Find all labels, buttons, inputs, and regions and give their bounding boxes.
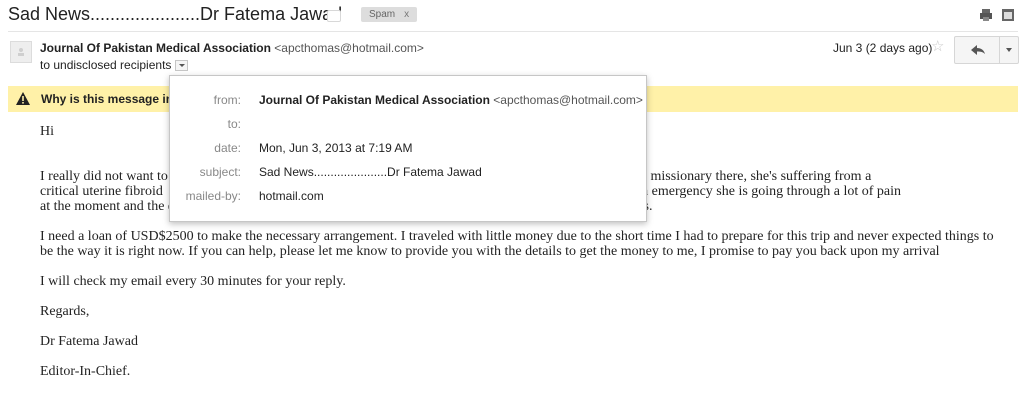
warning-text[interactable]: Why is this message in: [41, 92, 173, 106]
spam-label-chip[interactable]: Spam x: [361, 7, 418, 22]
body-signoff: Regards,: [40, 304, 90, 319]
subject-bar: Sad News......................Dr Fatema …: [0, 0, 1024, 30]
details-mailedby-label: mailed-by:: [185, 189, 241, 203]
details-from-label: from:: [213, 93, 241, 107]
body-paragraph: I will check my email every 30 minutes f…: [40, 274, 346, 289]
more-actions-button[interactable]: [999, 36, 1019, 64]
body-signature-name: Dr Fatema Jawad: [40, 334, 138, 349]
email-subject: Sad News......................Dr Fatema …: [8, 4, 343, 24]
details-subject-value: Sad News......................Dr Fatema …: [259, 165, 482, 179]
body-paragraph: I need a loan of USD$2500 to make the ne…: [40, 229, 994, 259]
divider: [8, 31, 1018, 32]
details-to-label: to:: [227, 117, 241, 131]
recipients-text: to undisclosed recipients: [40, 58, 172, 72]
person-icon: [18, 48, 24, 56]
reply-button[interactable]: [954, 36, 1000, 64]
show-details-icon[interactable]: [175, 60, 189, 72]
star-icon[interactable]: ☆: [931, 38, 944, 56]
spam-label-text: Spam: [369, 9, 396, 20]
message-date: Jun 3 (2 days ago): [833, 41, 933, 55]
message-details-popup: from: Journal Of Pakistan Medical Associ…: [169, 75, 647, 222]
sender-line: Journal Of Pakistan Medical Association …: [40, 41, 424, 55]
details-date-value: Mon, Jun 3, 2013 at 7:19 AM: [259, 141, 413, 155]
warning-icon: [16, 92, 30, 105]
sender-avatar: [10, 41, 32, 63]
new-window-icon[interactable]: [1000, 7, 1016, 23]
details-mailedby-value: hotmail.com: [259, 189, 324, 203]
details-subject-row: subject: Sad News......................D…: [170, 165, 646, 181]
important-marker-icon[interactable]: [327, 10, 341, 22]
details-to-row: to:: [170, 117, 646, 133]
print-icon[interactable]: [978, 7, 994, 23]
remove-label-icon[interactable]: x: [404, 9, 409, 20]
reply-arrow-icon: [971, 45, 985, 55]
sender-name[interactable]: Journal Of Pakistan Medical Association: [40, 41, 271, 55]
details-date-row: date: Mon, Jun 3, 2013 at 7:19 AM: [170, 141, 646, 157]
details-from-value: Journal Of Pakistan Medical Association …: [259, 93, 643, 107]
details-date-label: date:: [214, 141, 241, 155]
details-mailedby-row: mailed-by: hotmail.com: [170, 189, 646, 205]
details-from-row: from: Journal Of Pakistan Medical Associ…: [170, 93, 646, 109]
details-from-email: <apcthomas@hotmail.com>: [493, 93, 643, 107]
details-from-name: Journal Of Pakistan Medical Association: [259, 93, 490, 107]
body-signature-title: Editor-In-Chief.: [40, 364, 131, 379]
sender-email: <apcthomas@hotmail.com>: [274, 41, 424, 55]
details-subject-label: subject:: [199, 165, 241, 179]
reply-button-group: [954, 36, 1019, 64]
recipients-line: to undisclosed recipients: [40, 58, 189, 72]
